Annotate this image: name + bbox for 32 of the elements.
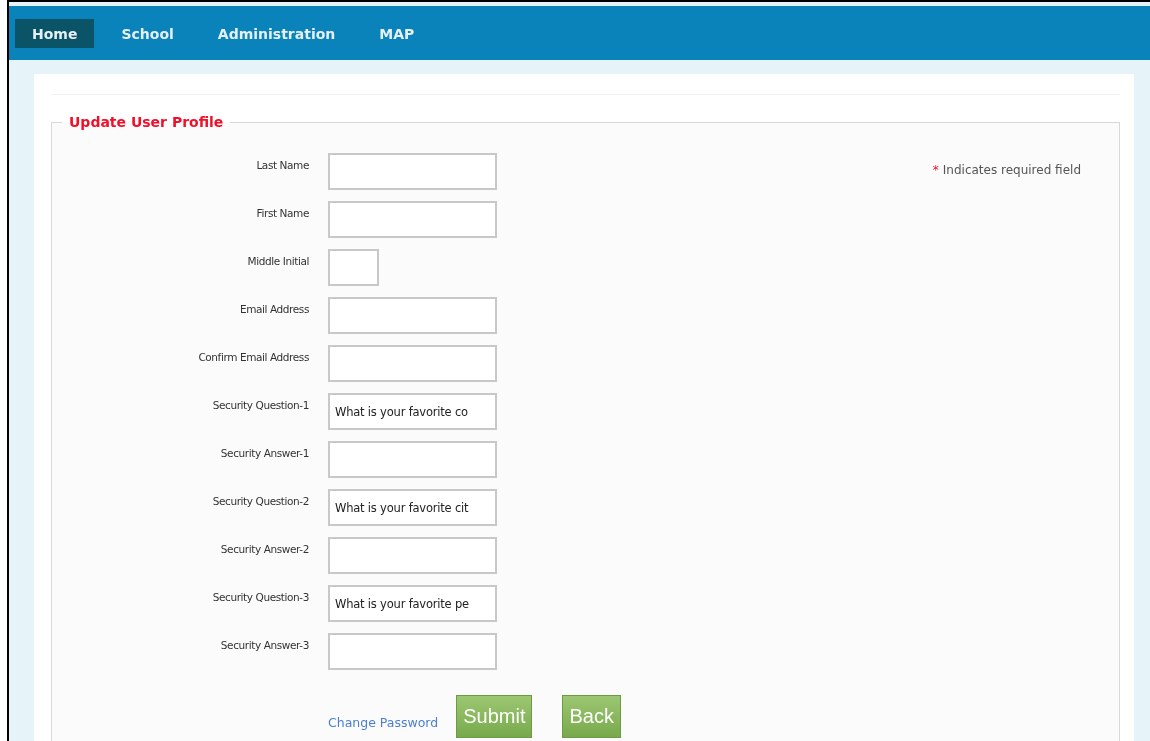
input-field[interactable] (328, 633, 497, 670)
field-label: Security Question-1 (211, 398, 309, 411)
input-field[interactable] (328, 201, 497, 238)
input-field[interactable] (328, 153, 497, 190)
input-field[interactable]: What is your favorite pe (328, 585, 497, 622)
field-label: Security Answer-3 (219, 638, 309, 651)
field-label: Security Answer-1 (219, 446, 309, 459)
nav-tab[interactable]: MAP (362, 19, 432, 48)
submit-button[interactable]: Submit (456, 695, 533, 738)
field-label: Security Answer-2 (219, 542, 309, 555)
input-field[interactable]: What is your favorite co (328, 393, 497, 430)
input-field[interactable] (328, 249, 379, 286)
field-label: Email Address (238, 302, 309, 315)
input-field[interactable] (328, 441, 497, 478)
back-button[interactable]: Back (562, 695, 621, 738)
input-field[interactable]: What is your favorite cit (328, 489, 497, 526)
change-password-link[interactable]: Change Password (328, 715, 439, 730)
field-label: Security Question-3 (211, 590, 309, 603)
required-note: Indicates required field (942, 163, 1081, 177)
form-legend: Update User Profile (62, 114, 231, 130)
field-label: Confirm Email Address (197, 350, 309, 363)
nav-tab[interactable]: Administration (200, 19, 353, 48)
input-field[interactable] (328, 345, 497, 382)
field-label: Last Name (255, 158, 309, 171)
field-label: First Name (255, 206, 309, 219)
input-field[interactable] (328, 297, 497, 334)
field-label: Security Question-2 (211, 494, 309, 507)
input-field[interactable] (328, 537, 497, 574)
required-mark: * (932, 163, 939, 177)
nav-tab[interactable]: Home (15, 19, 95, 48)
nav-tab[interactable]: School (104, 19, 191, 48)
field-label: Middle Initial (246, 254, 309, 267)
